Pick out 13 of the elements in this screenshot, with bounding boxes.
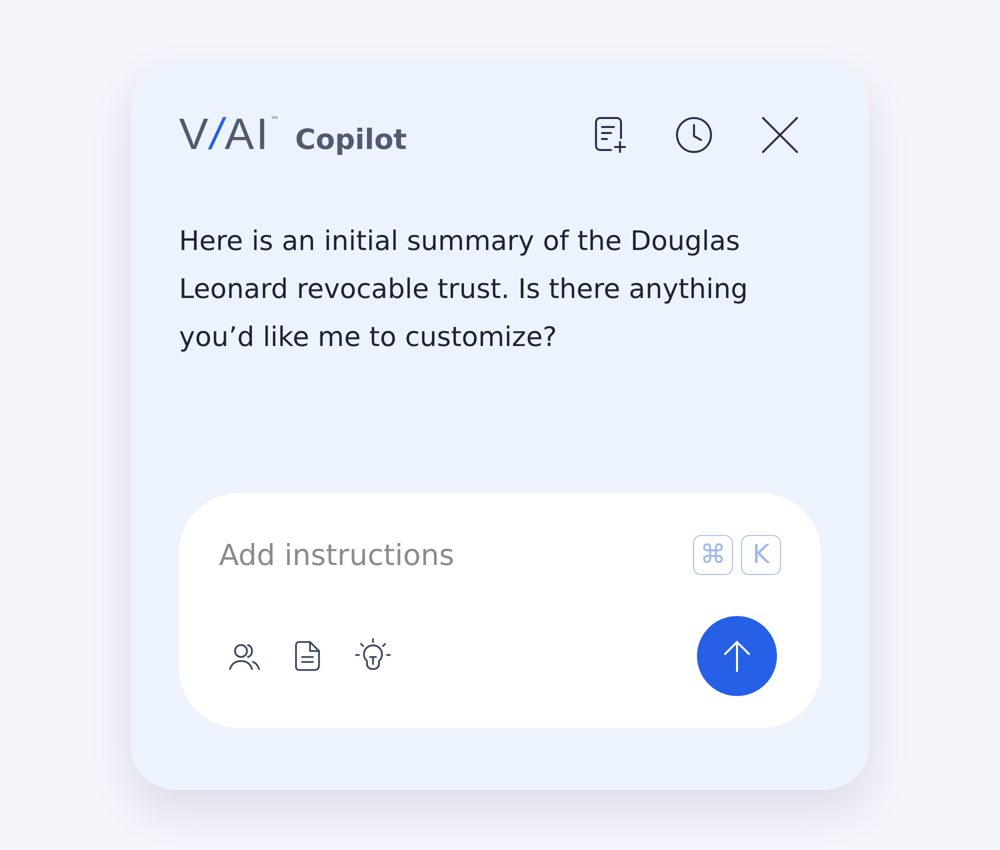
note-add-icon[interactable]	[593, 116, 627, 154]
logo-text: AI	[224, 110, 270, 160]
arrow-up-icon	[723, 640, 751, 672]
close-icon[interactable]	[761, 116, 799, 154]
shortcut-key: K	[741, 535, 781, 575]
trademark: ™	[270, 116, 280, 126]
shortcut-key: ⌘	[693, 535, 733, 575]
document-icon[interactable]	[295, 641, 321, 671]
people-icon[interactable]	[229, 642, 261, 670]
panel-title: Copilot	[295, 123, 407, 156]
history-icon[interactable]	[675, 116, 713, 154]
assistant-message: Here is an initial summary of the Douglas Leonard revocable trust. Is there anything you’d like me to customize?	[179, 225, 749, 355]
logo-text: /	[210, 110, 225, 160]
